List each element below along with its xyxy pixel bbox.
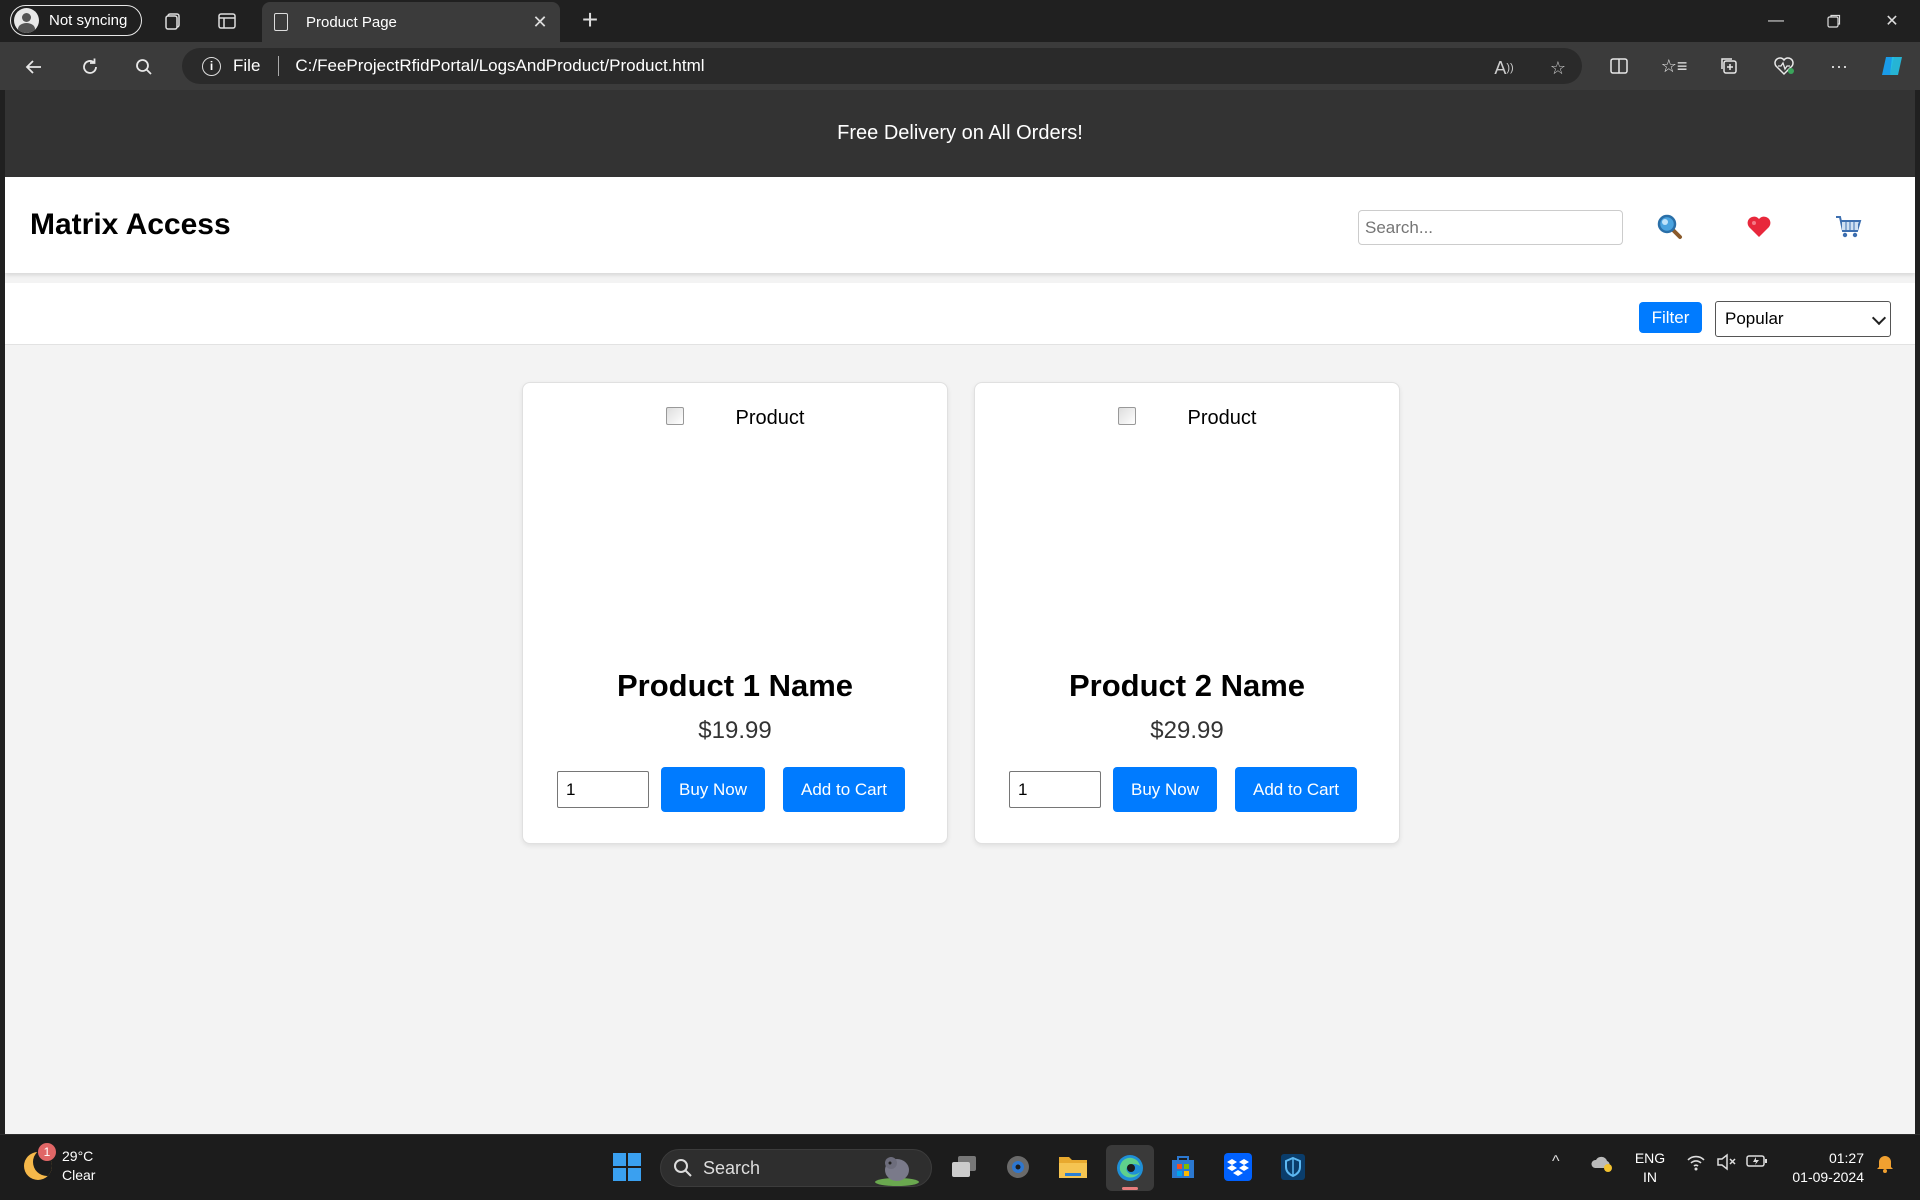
product-name: Product 2 Name (1068, 668, 1305, 703)
gorilla-icon (875, 1157, 919, 1186)
filter-bar (5, 283, 1915, 345)
split-screen-icon[interactable] (1606, 53, 1632, 79)
clock-date: 01-09-2024 (1792, 1169, 1864, 1185)
wifi-icon[interactable] (1686, 1153, 1706, 1176)
workspaces-icon[interactable] (162, 9, 186, 33)
battery-icon[interactable] (1746, 1153, 1768, 1174)
add-to-cart-button[interactable]: Add to Cart (1235, 767, 1357, 812)
product-image: Product (975, 407, 1399, 607)
buy-now-button[interactable]: Buy Now (661, 767, 765, 812)
weather-badge: 1 (38, 1143, 56, 1161)
back-icon[interactable] (20, 53, 48, 81)
document-icon (274, 13, 288, 31)
collections-icon[interactable] (1716, 53, 1742, 79)
settings-icon[interactable] (998, 1147, 1038, 1187)
minimize-icon[interactable]: — (1748, 0, 1804, 42)
language-indicator[interactable]: ENG IN (1630, 1149, 1670, 1187)
more-options-icon[interactable]: ··· (1826, 53, 1852, 79)
task-view-icon[interactable] (944, 1147, 984, 1187)
product-image-alt: Product (735, 407, 805, 429)
broken-image-icon (1117, 407, 1136, 425)
address-bar[interactable]: i File C:/FeeProjectRfidPortal/LogsAndPr… (182, 48, 1582, 84)
new-tab-icon[interactable]: + (576, 6, 604, 35)
weather-temp: 29°C (62, 1148, 94, 1164)
sort-selected-value: Popular (1725, 309, 1784, 328)
broken-image-icon (665, 407, 684, 425)
quantity-value: 1 (566, 779, 576, 799)
search-input[interactable] (1358, 210, 1623, 245)
volume-muted-icon[interactable] (1716, 1153, 1736, 1176)
taskbar: 1 29°C Clear Search ^ ENG IN 01:27 01-09… (0, 1134, 1920, 1200)
profile-label: Not syncing (49, 12, 128, 29)
refresh-icon[interactable] (76, 53, 104, 81)
dropbox-icon[interactable] (1218, 1147, 1258, 1187)
file-explorer-icon[interactable] (1053, 1147, 1093, 1187)
product-image-alt: Product (1187, 407, 1257, 429)
browser-titlebar: Not syncing Product Page ✕ + — ✕ (0, 0, 1920, 42)
product-card: Product Product 2 Name $29.99 1 Buy Now … (974, 382, 1400, 844)
info-icon[interactable]: i (202, 56, 221, 76)
brand-logo[interactable]: Matrix Access (30, 208, 231, 242)
search-icon (674, 1159, 692, 1177)
favorite-star-icon[interactable]: ☆ (1546, 56, 1570, 80)
magnifier-icon[interactable] (1655, 212, 1685, 242)
taskbar-search-label: Search (703, 1157, 761, 1178)
tab-product-page[interactable]: Product Page ✕ (262, 2, 560, 42)
page-viewport: Free Delivery on All Orders! Matrix Acce… (5, 90, 1915, 1134)
promo-banner: Free Delivery on All Orders! (5, 90, 1915, 177)
sort-select[interactable]: Popular (1715, 301, 1891, 337)
start-icon[interactable] (607, 1147, 647, 1187)
search-icon[interactable] (130, 53, 158, 81)
promo-text: Free Delivery on All Orders! (837, 122, 1083, 144)
defender-icon[interactable] (1273, 1147, 1313, 1187)
quantity-input[interactable]: 1 (557, 771, 649, 808)
profile-button[interactable]: Not syncing (10, 5, 142, 36)
avatar (14, 8, 39, 33)
quantity-input[interactable]: 1 (1009, 771, 1101, 808)
weather-widget[interactable]: 1 29°C Clear (24, 1143, 96, 1185)
divider (278, 56, 280, 76)
restore-icon[interactable] (1806, 0, 1862, 42)
tab-title: Product Page (306, 13, 397, 31)
site-header (5, 177, 1915, 273)
address-url: C:/FeeProjectRfidPortal/LogsAndProduct/P… (295, 56, 705, 75)
onedrive-icon[interactable] (1590, 1153, 1614, 1178)
lang-line2: IN (1643, 1169, 1657, 1185)
read-aloud-icon[interactable]: A)) (1492, 56, 1516, 80)
browser-essentials-icon[interactable] (1771, 53, 1797, 79)
product-price: $19.99 (698, 717, 772, 744)
close-window-icon[interactable]: ✕ (1864, 0, 1920, 42)
close-tab-icon[interactable]: ✕ (530, 12, 550, 32)
address-scheme: File (233, 56, 261, 75)
browser-toolbar: i File C:/FeeProjectRfidPortal/LogsAndPr… (0, 42, 1920, 90)
heart-icon[interactable] (1744, 212, 1774, 242)
edge-icon[interactable] (1106, 1145, 1154, 1191)
product-price: $29.99 (1150, 717, 1224, 744)
taskbar-search[interactable]: Search (660, 1149, 932, 1187)
weather-desc: Clear (62, 1167, 96, 1183)
store-icon[interactable] (1163, 1147, 1203, 1187)
quantity-value: 1 (1018, 779, 1028, 799)
clock-time: 01:27 (1828, 1150, 1864, 1166)
filter-button[interactable]: Filter (1639, 302, 1702, 333)
chevron-up-icon[interactable]: ^ (1552, 1153, 1560, 1171)
copilot-icon[interactable] (1880, 53, 1906, 79)
tab-actions-icon[interactable] (215, 9, 239, 33)
clock[interactable]: 01:27 01-09-2024 (1782, 1149, 1864, 1187)
notification-bell-icon[interactable] (1876, 1153, 1894, 1178)
product-card: Product Product 1 Name $19.99 1 Buy Now … (522, 382, 948, 844)
lang-line1: ENG (1634, 1150, 1666, 1166)
cart-icon[interactable] (1833, 212, 1863, 242)
favorites-icon[interactable]: ☆≡ (1661, 53, 1688, 79)
product-name: Product 1 Name (616, 668, 853, 703)
add-to-cart-button[interactable]: Add to Cart (783, 767, 905, 812)
chevron-down-icon (1871, 310, 1887, 326)
buy-now-button[interactable]: Buy Now (1113, 767, 1217, 812)
product-image: Product (523, 407, 947, 607)
